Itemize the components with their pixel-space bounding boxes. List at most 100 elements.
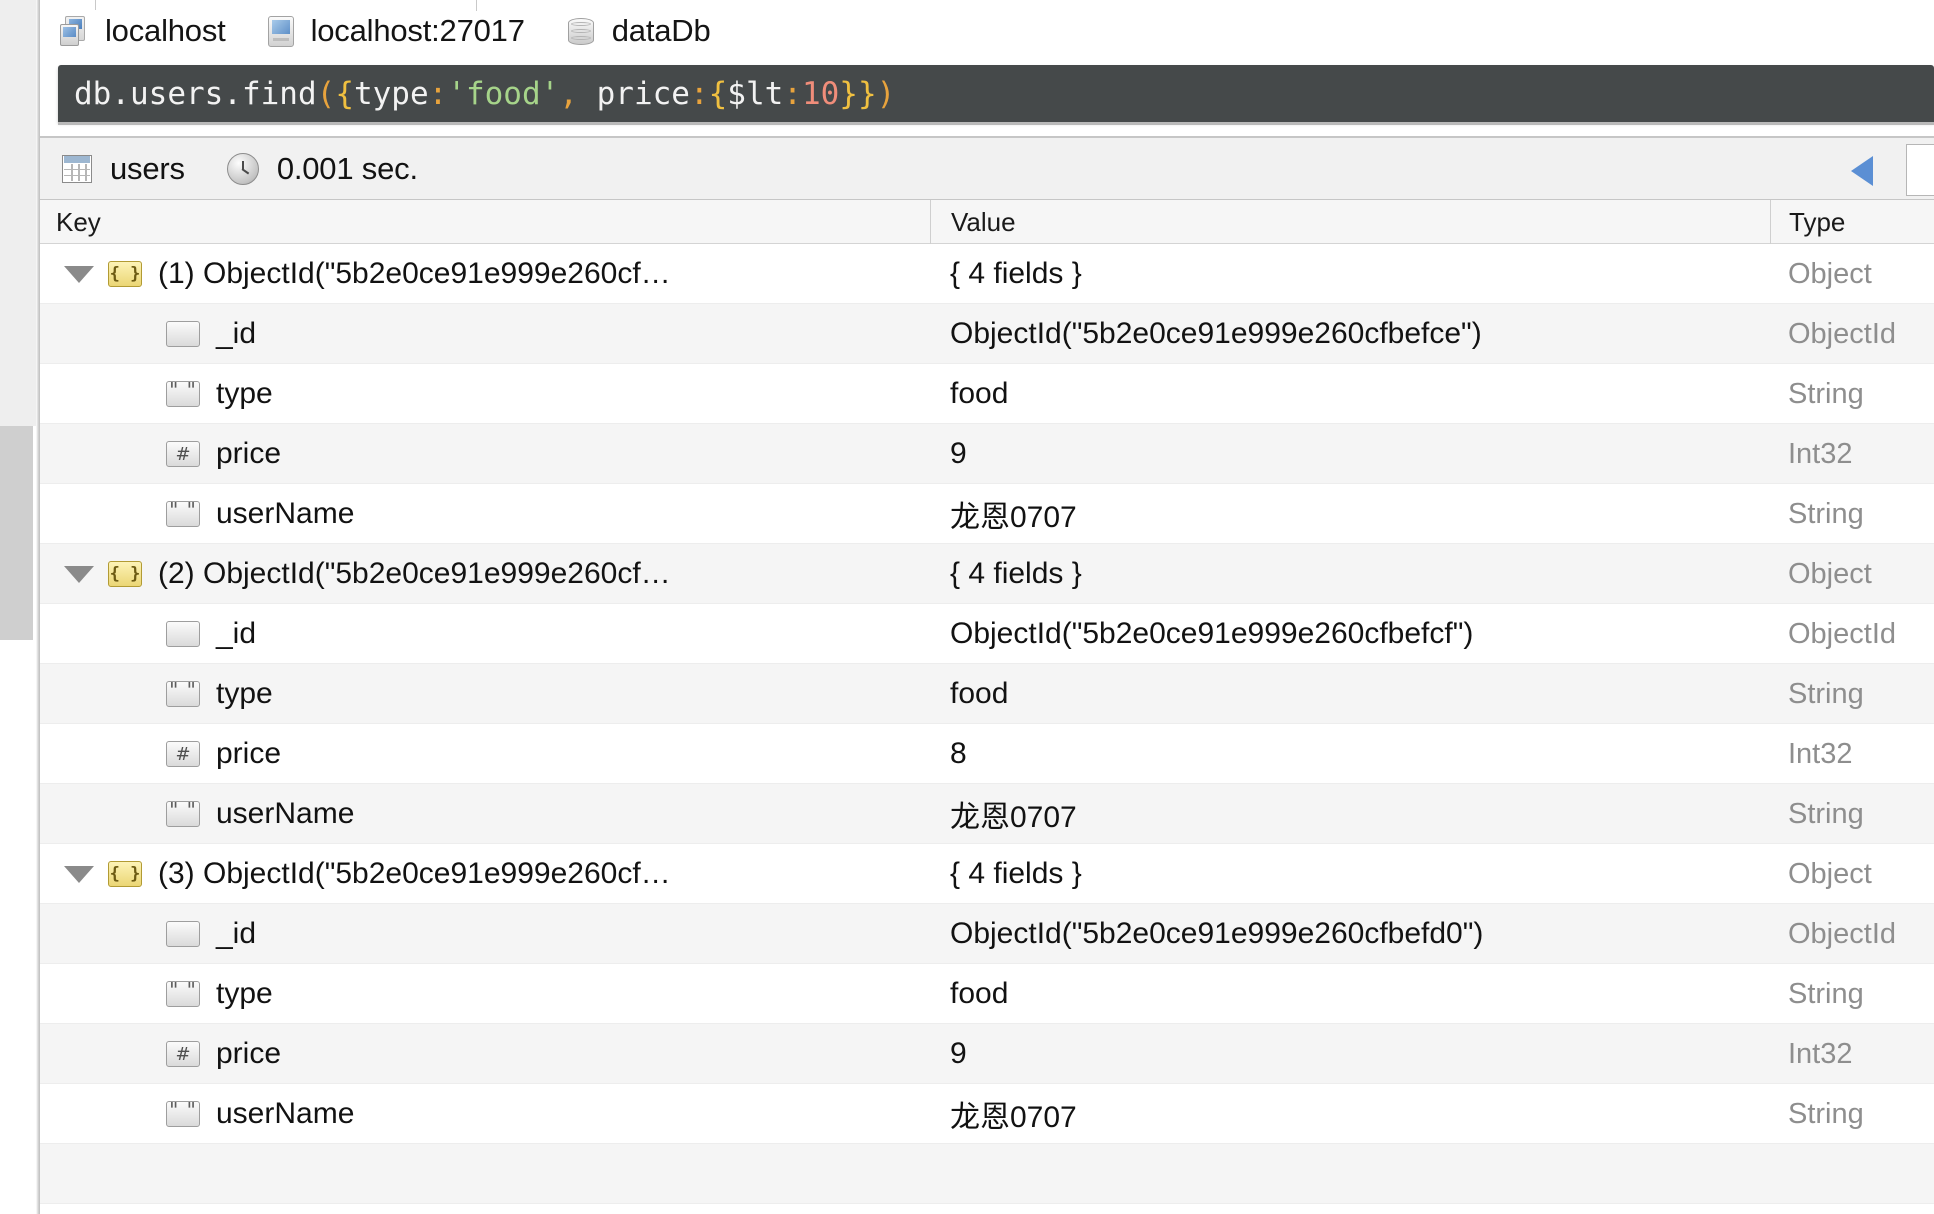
- query-token-3: type: [354, 76, 429, 112]
- cell-value[interactable]: { 4 fields }: [930, 844, 1770, 904]
- string-icon: " ": [166, 1101, 200, 1127]
- row-key-label: price: [216, 737, 281, 771]
- cell-type: String: [1770, 1084, 1934, 1144]
- cell-key[interactable]: " " userName: [40, 1084, 930, 1144]
- column-header-key[interactable]: Key: [56, 200, 101, 244]
- host-icon: [268, 16, 294, 47]
- table-row[interactable]: " "typefoodString: [40, 364, 1934, 424]
- query-token-11: :: [783, 76, 802, 112]
- cell-key[interactable]: _id: [40, 904, 930, 964]
- table-row[interactable]: [40, 1144, 1934, 1204]
- cell-key[interactable]: { }(2) ObjectId("5b2e0ce91e999e260cf…: [40, 544, 930, 604]
- column-header-value[interactable]: Value: [930, 200, 1016, 244]
- cell-value[interactable]: 龙恩0707: [930, 784, 1770, 844]
- mongodb-query-result-window: localhost localhost:27017 dataDb db.user…: [0, 0, 1934, 1214]
- table-row[interactable]: { }(1) ObjectId("5b2e0ce91e999e260cf…{ 4…: [40, 244, 1934, 304]
- cell-key[interactable]: #price: [40, 724, 930, 784]
- query-editor[interactable]: db.users.find({type:'food', price:{$lt:1…: [58, 65, 1934, 122]
- cell-key[interactable]: { }(3) ObjectId("5b2e0ce91e999e260cf…: [40, 844, 930, 904]
- cell-key[interactable]: " "userName: [40, 484, 930, 544]
- expand-collapse-triangle-icon[interactable]: [64, 266, 94, 283]
- cell-value[interactable]: ObjectId("5b2e0ce91e999e260cfbefce"): [930, 304, 1770, 364]
- collection-table-icon: [62, 155, 92, 183]
- cell-value[interactable]: 8: [930, 724, 1770, 784]
- editor-underline: [58, 122, 1934, 125]
- gutter-top-panel: [0, 0, 36, 426]
- breadcrumb-item-localhost[interactable]: localhost: [60, 13, 226, 49]
- cell-value[interactable]: { 4 fields }: [930, 244, 1770, 304]
- cell-value[interactable]: 9: [930, 424, 1770, 484]
- table-row[interactable]: #price8Int32: [40, 724, 1934, 784]
- cell-key[interactable]: { }(1) ObjectId("5b2e0ce91e999e260cf…: [40, 244, 930, 304]
- cell-type: Int32: [1770, 424, 1934, 484]
- expand-collapse-triangle-icon[interactable]: [64, 566, 94, 583]
- objectid-icon: [166, 921, 200, 947]
- table-row[interactable]: { }(2) ObjectId("5b2e0ce91e999e260cf…{ 4…: [40, 544, 1934, 604]
- cell-key[interactable]: #price: [40, 424, 930, 484]
- query-token-13: }: [839, 76, 858, 112]
- row-key-label: _id: [216, 617, 256, 651]
- query-editor-text[interactable]: db.users.find({type:'food', price:{$lt:1…: [74, 73, 895, 115]
- cell-key[interactable]: _id: [40, 604, 930, 664]
- cell-key[interactable]: " "type: [40, 664, 930, 724]
- string-icon: " ": [166, 801, 200, 827]
- table-row[interactable]: _idObjectId("5b2e0ce91e999e260cfbefce")O…: [40, 304, 1934, 364]
- cell-type: ObjectId: [1770, 904, 1934, 964]
- row-key-label: userName: [216, 797, 354, 831]
- query-token-8: :: [690, 76, 709, 112]
- row-key-label: userName: [216, 1097, 354, 1131]
- cell-key[interactable]: _id: [40, 304, 930, 364]
- breadcrumb: localhost localhost:27017 dataDb: [40, 0, 1934, 62]
- cell-type: ObjectId: [1770, 604, 1934, 664]
- row-key-label: _id: [216, 917, 256, 951]
- cell-key[interactable]: " " userName: [40, 784, 930, 844]
- string-icon: " ": [166, 981, 200, 1007]
- breadcrumb-item-database[interactable]: dataDb: [567, 13, 711, 49]
- cell-value[interactable]: { 4 fields }: [930, 544, 1770, 604]
- object-icon: { }: [108, 861, 142, 887]
- cell-key[interactable]: " "type: [40, 964, 930, 1024]
- vertical-scrollbar-thumb[interactable]: [0, 426, 33, 640]
- cell-type: String: [1770, 964, 1934, 1024]
- expand-collapse-triangle-icon[interactable]: [64, 866, 94, 883]
- cell-value[interactable]: food: [930, 364, 1770, 424]
- table-row[interactable]: " " userName 龙恩0707String: [40, 1084, 1934, 1144]
- cell-type: String: [1770, 784, 1934, 844]
- table-row[interactable]: _id ObjectId("5b2e0ce91e999e260cfbefcf")O…: [40, 604, 1934, 664]
- table-row[interactable]: " " userName 龙恩0707String: [40, 784, 1934, 844]
- cell-key[interactable]: [40, 1144, 930, 1204]
- left-gutter: [0, 0, 40, 1214]
- breadcrumb-item-host-port[interactable]: localhost:27017: [268, 13, 525, 49]
- cell-type: String: [1770, 484, 1934, 544]
- result-grid-body: { }(1) ObjectId("5b2e0ce91e999e260cf…{ 4…: [40, 244, 1934, 1204]
- table-row[interactable]: " "userName龙恩0707String: [40, 484, 1934, 544]
- query-token-14: }: [858, 76, 877, 112]
- table-row[interactable]: " "typefoodString: [40, 664, 1934, 724]
- cell-value[interactable]: food: [930, 664, 1770, 724]
- cell-type: String: [1770, 664, 1934, 724]
- table-row[interactable]: #price9Int32: [40, 424, 1934, 484]
- table-row[interactable]: _id ObjectId("5b2e0ce91e999e260cfbefd0")O…: [40, 904, 1934, 964]
- table-row[interactable]: { }(3) ObjectId("5b2e0ce91e999e260cf…{ 4…: [40, 844, 1934, 904]
- toolbar-filter-input[interactable]: [1906, 144, 1934, 196]
- cell-value[interactable]: 龙恩0707: [930, 1084, 1770, 1144]
- table-row[interactable]: " "typefoodString: [40, 964, 1934, 1024]
- cell-key[interactable]: #price: [40, 1024, 930, 1084]
- breadcrumb-label-host-port: localhost:27017: [311, 13, 525, 49]
- cell-type: ObjectId: [1770, 304, 1934, 364]
- cell-value[interactable]: 龙恩0707: [930, 484, 1770, 544]
- cell-value[interactable]: ObjectId("5b2e0ce91e999e260cfbefcf"): [930, 604, 1770, 664]
- table-row[interactable]: #price9Int32: [40, 1024, 1934, 1084]
- row-key-label: userName: [216, 497, 354, 531]
- cell-key[interactable]: " "type: [40, 364, 930, 424]
- result-toolbar: users 0.001 sec.: [40, 136, 1934, 200]
- row-key-label: type: [216, 377, 273, 411]
- cell-value[interactable]: 9: [930, 1024, 1770, 1084]
- query-token-15: ): [877, 76, 896, 112]
- back-triangle-icon[interactable]: [1851, 156, 1873, 186]
- column-header-type[interactable]: Type: [1770, 200, 1845, 244]
- tab-edge-right: [476, 0, 477, 11]
- cell-value[interactable]: ObjectId("5b2e0ce91e999e260cfbefd0"): [930, 904, 1770, 964]
- number-icon: #: [166, 441, 200, 467]
- cell-value[interactable]: food: [930, 964, 1770, 1024]
